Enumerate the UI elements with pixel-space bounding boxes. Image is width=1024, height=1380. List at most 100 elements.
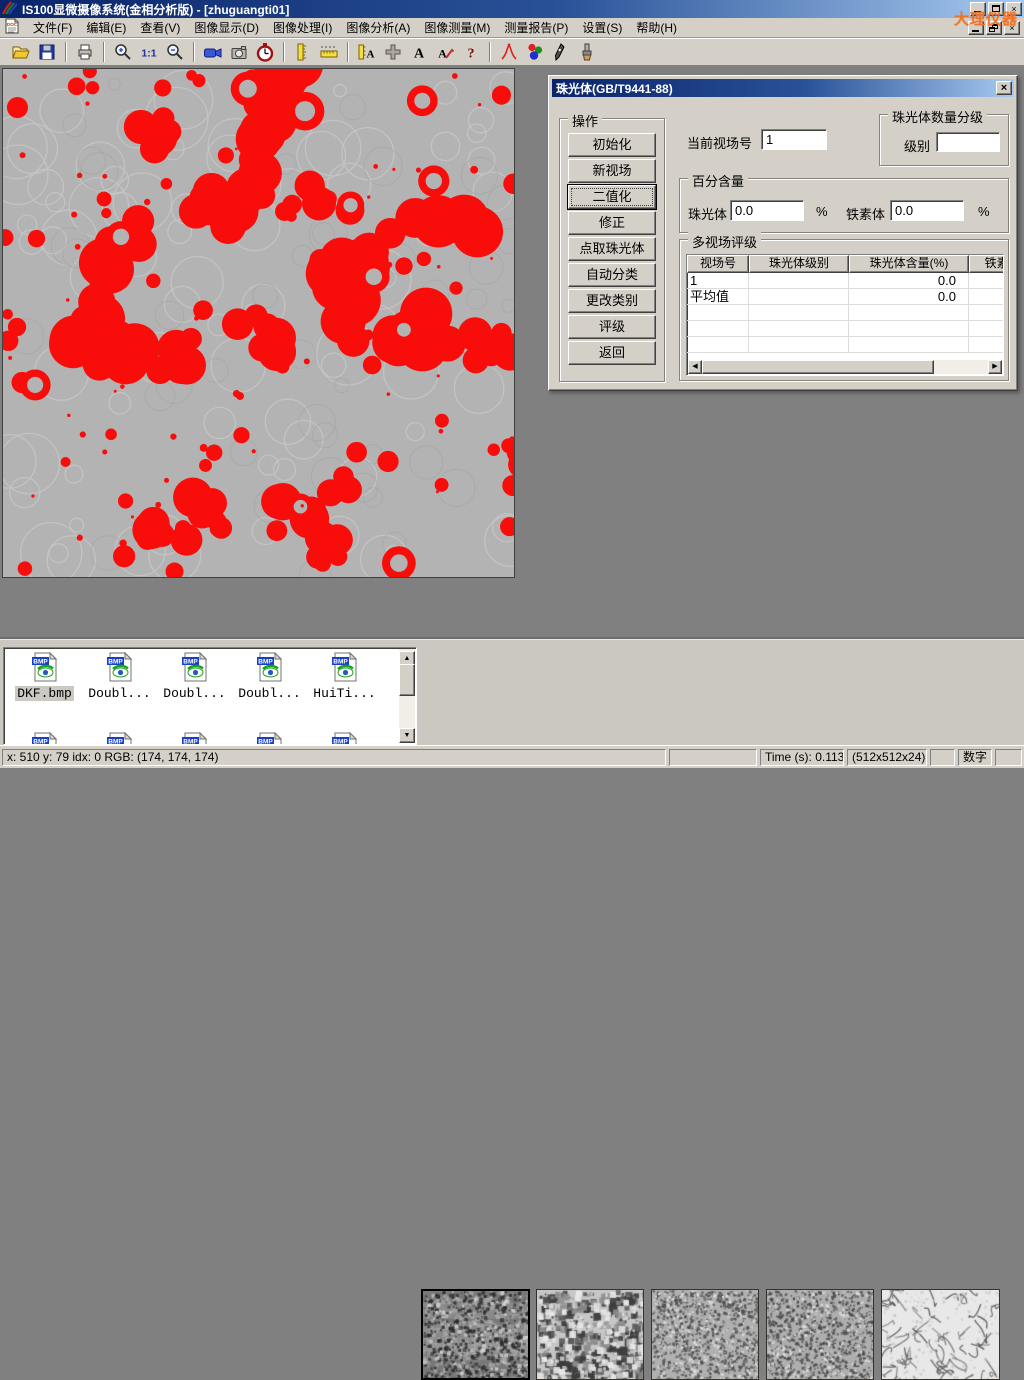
vscroll-down-icon[interactable]: ▼	[399, 728, 415, 743]
table-cell	[969, 305, 1004, 320]
toolbar: 1:1AAA?	[0, 38, 1024, 66]
ruler-icon[interactable]	[316, 40, 342, 64]
op-button-2[interactable]: 二值化	[568, 185, 656, 209]
table-hscrollbar[interactable]: ◀ ▶	[688, 360, 1002, 374]
op-button-3[interactable]: 修正	[568, 211, 656, 235]
menu-item-4[interactable]: 图像处理(I)	[266, 17, 339, 38]
curve-tool-icon[interactable]	[496, 40, 522, 64]
table-row[interactable]: 10.0	[687, 273, 1003, 289]
grid-cross-icon[interactable]	[380, 40, 406, 64]
hscroll-right-icon[interactable]: ▶	[988, 360, 1002, 374]
file-browser: BMPDKF.bmpBMPDoubl...BMPDoubl...BMPDoubl…	[3, 647, 417, 745]
table-row[interactable]	[687, 321, 1003, 337]
table-cell	[749, 305, 849, 320]
file-item-partial[interactable]: BMP	[307, 732, 382, 745]
save-icon[interactable]	[34, 40, 60, 64]
op-button-7[interactable]: 评级	[568, 315, 656, 339]
grade-input[interactable]	[936, 132, 1000, 152]
menu-item-1[interactable]: 编辑(E)	[79, 17, 133, 38]
micro-image-view[interactable]	[2, 68, 515, 578]
current-field-input[interactable]	[761, 129, 827, 150]
op-button-5[interactable]: 自动分类	[568, 263, 656, 287]
table-column-header[interactable]: 珠光体含量(%)	[849, 255, 969, 273]
mdi-minimize-button[interactable]	[968, 21, 984, 35]
menu-item-8[interactable]: 设置(S)	[575, 17, 629, 38]
op-button-0[interactable]: 初始化	[568, 133, 656, 157]
menu-item-6[interactable]: 图像测量(M)	[417, 17, 497, 38]
measure-text-icon[interactable]: A	[354, 40, 380, 64]
micro-image-overlay[interactable]	[3, 69, 514, 577]
current-field-label: 当前视场号	[687, 133, 752, 152]
table-cell: 0.0	[849, 273, 969, 288]
file-item-partial[interactable]: BMP	[7, 732, 82, 745]
file-item-partial[interactable]: BMP	[232, 732, 307, 745]
actual-size-icon[interactable]: 1:1	[136, 40, 162, 64]
thumbnail-1[interactable]	[421, 1289, 530, 1380]
table-column-header[interactable]: 珠光体级别	[749, 255, 849, 273]
thumbnail-4[interactable]	[766, 1289, 874, 1380]
file-item-3[interactable]: BMPDoubl...	[232, 652, 307, 701]
svg-text:BMP: BMP	[33, 659, 48, 666]
file-item-partial[interactable]: BMP	[157, 732, 232, 745]
print-icon[interactable]	[72, 40, 98, 64]
menu-item-5[interactable]: 图像分析(A)	[339, 17, 417, 38]
zoom-in-icon[interactable]	[110, 40, 136, 64]
timer-icon[interactable]	[252, 40, 278, 64]
video-camera-icon[interactable]	[200, 40, 226, 64]
file-item-2[interactable]: BMPDoubl...	[157, 652, 232, 701]
menu-item-0[interactable]: 文件(F)	[26, 17, 79, 38]
grade-field-label: 级别	[904, 136, 930, 155]
toolbar-items: 1:1AAA?	[8, 40, 600, 64]
table-column-header[interactable]: 视场号	[687, 255, 749, 273]
file-item-partial[interactable]: BMP	[82, 732, 157, 745]
grade-group-label: 珠光体数量分级	[888, 107, 987, 126]
op-button-8[interactable]: 返回	[568, 341, 656, 365]
brush-icon[interactable]	[574, 40, 600, 64]
zoom-out-icon[interactable]	[162, 40, 188, 64]
operation-group: 操作 初始化新视场二值化修正点取珠光体自动分类更改类别评级返回	[559, 118, 665, 382]
app-logo-icon	[2, 1, 18, 18]
file-vscrollbar[interactable]: ▲ ▼	[399, 649, 415, 743]
toolbar-separator	[193, 42, 195, 62]
table-column-header[interactable]: 铁素体含量(%)	[969, 255, 1004, 273]
open-folder-icon[interactable]	[8, 40, 34, 64]
ferrite-percent-input[interactable]	[890, 200, 964, 221]
mdi-close-button[interactable]: ×	[1004, 21, 1020, 35]
file-item-1[interactable]: BMPDoubl...	[82, 652, 157, 701]
vscroll-thumb[interactable]	[399, 664, 415, 696]
pearlite-percent-input[interactable]	[730, 200, 804, 221]
file-item-4[interactable]: BMPHuiTi...	[307, 652, 382, 701]
mdi-restore-button[interactable]	[986, 21, 1002, 35]
caliper-icon[interactable]	[290, 40, 316, 64]
thumbnail-5[interactable]	[881, 1289, 1000, 1380]
window-minimize-button[interactable]	[970, 2, 986, 16]
hscroll-thumb[interactable]	[702, 360, 934, 374]
file-item-0[interactable]: BMPDKF.bmp	[7, 652, 82, 701]
picker-pen-icon[interactable]	[548, 40, 574, 64]
class-balls-icon[interactable]	[522, 40, 548, 64]
menu-item-9[interactable]: 帮助(H)	[629, 17, 684, 38]
menu-item-7[interactable]: 测量报告(P)	[497, 17, 575, 38]
toolbar-separator	[103, 42, 105, 62]
photo-camera-icon[interactable]	[226, 40, 252, 64]
table-row[interactable]: 平均值0.0	[687, 289, 1003, 305]
op-button-4[interactable]: 点取珠光体	[568, 237, 656, 261]
hscroll-left-icon[interactable]: ◀	[688, 360, 702, 374]
menu-item-2[interactable]: 查看(V)	[133, 17, 187, 38]
op-button-1[interactable]: 新视场	[568, 159, 656, 183]
help-icon[interactable]: ?	[458, 40, 484, 64]
font-edit-icon[interactable]: A	[432, 40, 458, 64]
dialog-title-bar[interactable]: 珠光体(GB/T9441-88) ×	[552, 79, 1014, 97]
thumbnail-3[interactable]	[651, 1289, 759, 1380]
menu-item-3[interactable]: 图像显示(D)	[187, 17, 266, 38]
table-row[interactable]	[687, 305, 1003, 321]
multi-field-group-label: 多视场评级	[688, 232, 761, 251]
font-icon[interactable]: A	[406, 40, 432, 64]
operation-buttons: 初始化新视场二值化修正点取珠光体自动分类更改类别评级返回	[560, 133, 664, 365]
table-row[interactable]	[687, 337, 1003, 353]
thumbnail-2[interactable]	[536, 1289, 644, 1380]
op-button-6[interactable]: 更改类别	[568, 289, 656, 313]
dialog-close-icon[interactable]: ×	[996, 81, 1012, 95]
window-close-button[interactable]: ×	[1006, 2, 1022, 16]
window-maximize-button[interactable]	[988, 2, 1004, 16]
